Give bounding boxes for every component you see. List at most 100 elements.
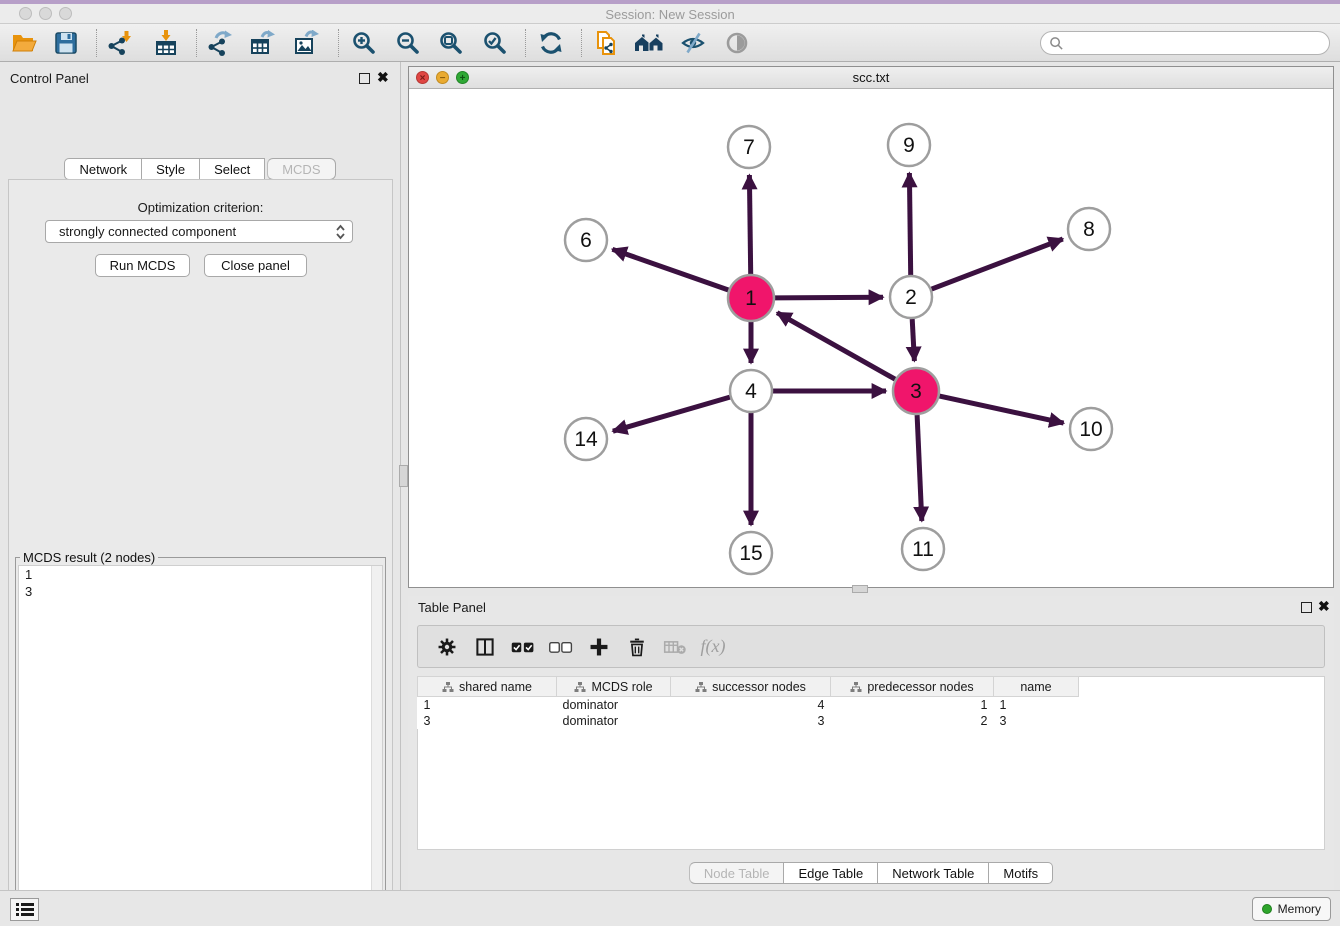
hide-selected-icon[interactable] xyxy=(677,29,709,57)
svg-text:7: 7 xyxy=(743,136,755,159)
graph-edge[interactable] xyxy=(912,319,914,361)
column-header-mcds-role[interactable]: MCDS role xyxy=(557,677,671,697)
tab-node-table[interactable]: Node Table xyxy=(689,862,785,884)
graph-edge[interactable] xyxy=(940,396,1064,423)
duplicate-network-icon[interactable] xyxy=(590,29,622,57)
application-window: Session: New Session xyxy=(0,0,1340,926)
import-table-icon[interactable] xyxy=(150,29,182,57)
tab-mcds[interactable]: MCDS xyxy=(267,158,335,180)
first-neighbors-icon[interactable] xyxy=(633,29,665,57)
graph-node[interactable]: 7 xyxy=(728,126,770,168)
add-row-icon[interactable] xyxy=(580,631,618,663)
search-input[interactable] xyxy=(1069,36,1329,51)
memory-label: Memory xyxy=(1278,902,1321,916)
graph-node[interactable]: 6 xyxy=(565,219,607,261)
table-row[interactable]: 3dominator323 xyxy=(418,713,1079,729)
graph-node[interactable]: 14 xyxy=(565,418,607,460)
tab-select[interactable]: Select xyxy=(200,158,265,180)
graph-edge[interactable] xyxy=(777,313,895,380)
column-header-name[interactable]: name xyxy=(994,677,1079,697)
mcds-result-item[interactable]: 1 xyxy=(19,566,382,583)
table-row[interactable]: 1dominator411 xyxy=(418,697,1079,713)
tree-icon xyxy=(574,681,586,693)
apply-layout-icon[interactable] xyxy=(535,29,567,57)
graph-edge[interactable] xyxy=(909,173,910,275)
graph-node[interactable]: 15 xyxy=(730,532,772,574)
tab-network-table[interactable]: Network Table xyxy=(878,862,989,884)
tree-icon xyxy=(442,681,454,693)
zoom-out-icon[interactable] xyxy=(392,29,424,57)
column-header-predecessor-nodes[interactable]: predecessor nodes xyxy=(831,677,994,697)
graph-node[interactable]: 4 xyxy=(730,370,772,412)
delete-column-icon[interactable] xyxy=(656,631,694,663)
network-canvas[interactable]: 1 2 3 4 6 7 8 9 10 11 14 15 xyxy=(409,89,1333,587)
delete-row-icon[interactable] xyxy=(618,631,656,663)
zoom-in-icon[interactable] xyxy=(348,29,380,57)
graph-edge[interactable] xyxy=(749,175,750,274)
main-toolbar xyxy=(0,24,1340,62)
memory-button[interactable]: Memory xyxy=(1252,897,1331,921)
show-all-icon[interactable] xyxy=(721,29,753,57)
table-panel: Table Panel ✖ xyxy=(408,596,1334,890)
deselect-checkboxes-icon[interactable] xyxy=(542,631,580,663)
mcds-result-list[interactable]: 13 xyxy=(18,565,383,899)
mcds-panel: Optimization criterion: strongly connect… xyxy=(8,179,393,926)
criterion-dropdown[interactable]: strongly connected component xyxy=(45,220,353,243)
mcds-result-title: MCDS result (2 nodes) xyxy=(20,550,158,565)
graph-node[interactable]: 2 xyxy=(890,276,932,318)
mcds-result-item[interactable]: 3 xyxy=(19,583,382,600)
save-session-icon[interactable] xyxy=(50,29,82,57)
open-session-icon[interactable] xyxy=(8,29,40,57)
export-table-icon[interactable] xyxy=(246,29,278,57)
optimization-criterion-label: Optimization criterion: xyxy=(9,200,392,215)
float-panel-icon[interactable] xyxy=(359,73,370,84)
control-panel-tabs: Network Style Select MCDS xyxy=(0,158,400,180)
run-mcds-button[interactable]: Run MCDS xyxy=(95,254,190,277)
task-history-button[interactable] xyxy=(10,898,39,921)
graph-node[interactable]: 11 xyxy=(902,528,944,570)
zoom-selected-icon[interactable] xyxy=(479,29,511,57)
graph-edge[interactable] xyxy=(932,239,1063,289)
window-titlebar: Session: New Session xyxy=(0,4,1340,24)
graph-node[interactable]: 3 xyxy=(893,368,939,414)
columns-icon[interactable] xyxy=(466,631,504,663)
graph-edge[interactable] xyxy=(612,249,728,290)
status-bar: Memory xyxy=(0,890,1340,926)
mcds-result-scrollbar[interactable] xyxy=(371,566,382,898)
svg-text:3: 3 xyxy=(910,380,922,403)
criterion-value: strongly connected component xyxy=(59,224,335,239)
import-network-icon[interactable] xyxy=(104,29,136,57)
graph-edge[interactable] xyxy=(917,415,922,521)
select-all-checkboxes-icon[interactable] xyxy=(504,631,542,663)
table-close-icon[interactable]: ✖ xyxy=(1318,598,1330,615)
graph-node[interactable]: 9 xyxy=(888,124,930,166)
tab-edge-table[interactable]: Edge Table xyxy=(784,862,878,884)
tab-motifs[interactable]: Motifs xyxy=(989,862,1053,884)
splitter-handle-horizontal[interactable] xyxy=(852,585,868,593)
close-panel-icon[interactable]: ✖ xyxy=(377,69,389,86)
export-network-icon[interactable] xyxy=(204,29,236,57)
search-field[interactable] xyxy=(1040,31,1330,55)
column-header-shared-name[interactable]: shared name xyxy=(418,677,557,697)
close-panel-button[interactable]: Close panel xyxy=(204,254,307,277)
graph-node[interactable]: 10 xyxy=(1070,408,1112,450)
export-image-icon[interactable] xyxy=(290,29,322,57)
svg-text:8: 8 xyxy=(1083,218,1095,241)
column-header-successor-nodes[interactable]: successor nodes xyxy=(671,677,831,697)
splitter-handle-vertical[interactable] xyxy=(399,465,408,487)
tab-network[interactable]: Network xyxy=(64,158,142,180)
graph-node[interactable]: 1 xyxy=(728,275,774,321)
svg-text:14: 14 xyxy=(574,428,598,451)
network-window-titlebar[interactable]: × − + scc.txt xyxy=(409,67,1333,89)
table-float-icon[interactable] xyxy=(1301,602,1312,613)
network-graph[interactable]: 1 2 3 4 6 7 8 9 10 11 14 15 xyxy=(409,89,1333,587)
table-settings-icon[interactable] xyxy=(428,631,466,663)
function-builder-icon[interactable]: f(x) xyxy=(694,631,732,663)
chevron-up-down-icon xyxy=(335,224,346,240)
graph-node[interactable]: 8 xyxy=(1068,208,1110,250)
graph-edge[interactable] xyxy=(613,397,730,431)
toolbar-separator xyxy=(96,29,97,57)
graph-edge[interactable] xyxy=(775,297,883,298)
tab-style[interactable]: Style xyxy=(142,158,200,180)
zoom-fit-icon[interactable] xyxy=(435,29,467,57)
